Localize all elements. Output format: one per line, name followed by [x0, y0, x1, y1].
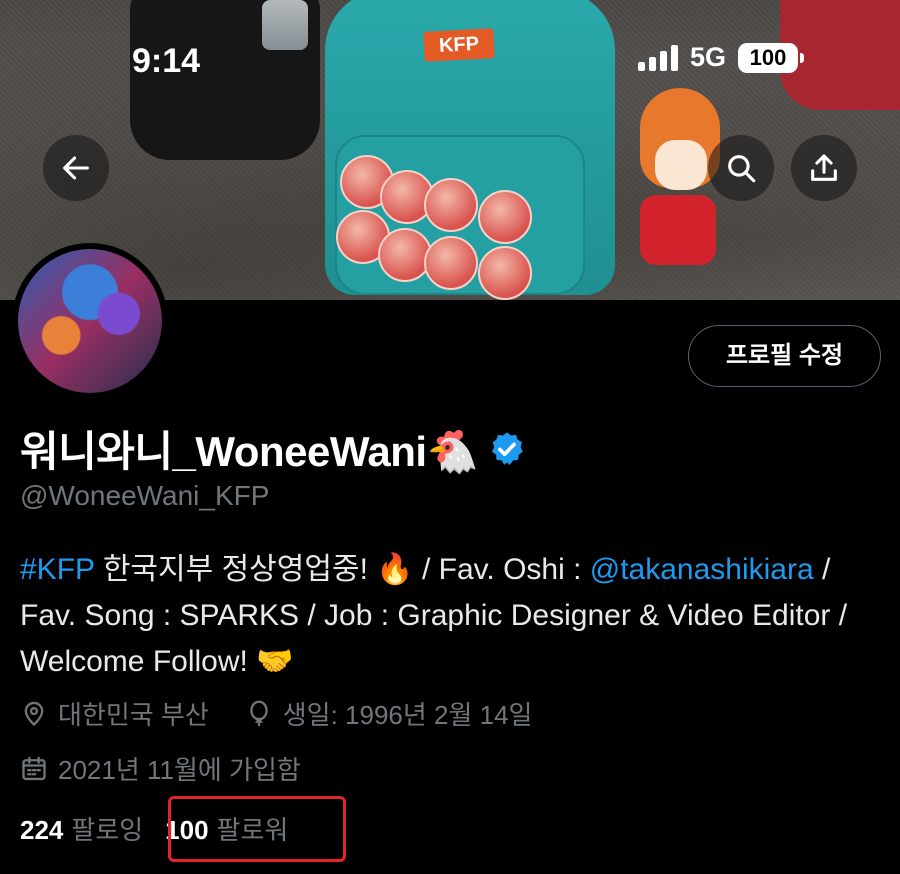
- following-count: 224: [20, 815, 64, 845]
- following-label: 팔로잉: [71, 815, 144, 845]
- mention-link[interactable]: @takanashikiara: [590, 553, 814, 586]
- balloon-icon: [250, 700, 268, 726]
- profile-bio: #KFP 한국지부 정상영업중! 🔥 / Fav. Oshi : @takana…: [20, 553, 848, 678]
- joined-text: 2021년 11월에 가입함: [58, 755, 301, 785]
- display-name-row: 워니와니_WoneeWani🐔: [20, 418, 526, 479]
- handshake-emoji: 🤝: [256, 645, 294, 678]
- share-icon: [811, 154, 837, 181]
- banner-doll-face: [655, 140, 707, 190]
- profile-avatar[interactable]: [12, 243, 168, 399]
- search-icon: [728, 155, 756, 183]
- back-button[interactable]: [43, 135, 109, 201]
- status-indicators: 5G 100: [638, 42, 805, 73]
- birthday-item: 생일: 1996년 2월 14일: [245, 695, 533, 732]
- calendar-icon: [22, 756, 46, 780]
- profile-meta-row: 대한민국 부산 생일: 1996년 2월 14일: [20, 695, 568, 732]
- avatar-image: [18, 249, 162, 393]
- banner-kfp-patch: KFP: [423, 28, 495, 62]
- display-name: 워니와니_WoneeWani🐔: [20, 428, 479, 475]
- user-handle: @WoneeWani_KFP: [20, 480, 270, 511]
- banner-doll-body: [640, 195, 716, 265]
- banner-pin: [424, 236, 478, 290]
- signal-icon: [638, 44, 678, 71]
- verified-badge-icon[interactable]: [488, 430, 526, 468]
- status-time: 9:14: [132, 42, 201, 80]
- location-item: 대한민국 부산: [20, 695, 209, 732]
- network-type: 5G: [690, 42, 727, 72]
- joined-row: 2021년 11월에 가입함: [20, 750, 337, 787]
- banner-bottle: [262, 0, 308, 50]
- fire-emoji: 🔥: [376, 553, 414, 586]
- location-pin-icon: [24, 701, 44, 726]
- share-button[interactable]: [791, 135, 857, 201]
- following-link[interactable]: 224 팔로잉: [20, 810, 143, 847]
- hashtag-link[interactable]: #KFP: [20, 553, 95, 586]
- edit-profile-button[interactable]: 프로필 수정: [688, 325, 881, 387]
- battery-icon: 100: [738, 42, 805, 73]
- arrow-left-icon: [63, 156, 89, 180]
- banner-pin: [424, 178, 478, 232]
- search-button[interactable]: [708, 135, 774, 201]
- banner-pin: [478, 190, 532, 244]
- chicken-emoji: 🐔: [426, 428, 479, 475]
- birthday-text: 생일: 1996년 2월 14일: [282, 700, 533, 730]
- banner-pin: [378, 228, 432, 282]
- joined-item: 2021년 11월에 가입함: [20, 750, 301, 787]
- banner-pin: [478, 246, 532, 300]
- red-highlight-box: [168, 796, 346, 862]
- location-text: 대한민국 부산: [58, 700, 209, 730]
